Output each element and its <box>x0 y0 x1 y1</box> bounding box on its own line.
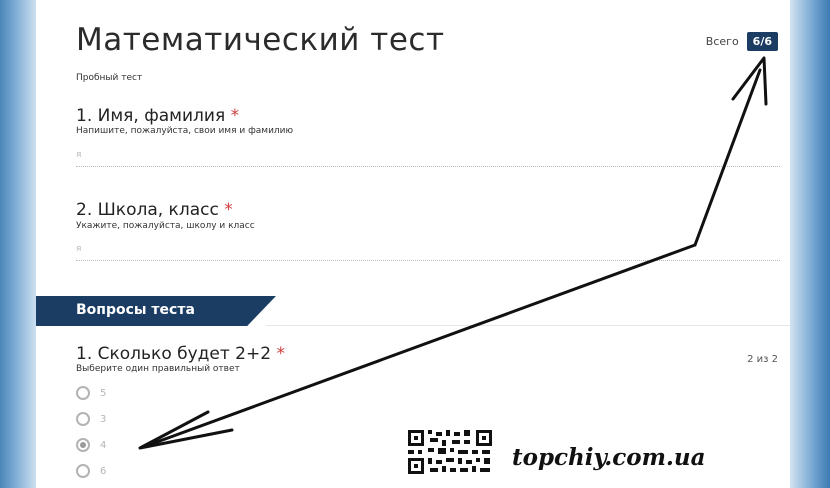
option-5[interactable]: 5 <box>76 386 106 400</box>
screen-edge-left <box>0 0 40 488</box>
question-score: 2 из 2 <box>747 354 778 365</box>
required-mark: * <box>224 200 233 220</box>
question-school-label: 2. Школа, класс <box>76 200 219 220</box>
watermark-text: topchiy.com.ua <box>512 444 706 471</box>
section-title: Вопросы теста <box>76 302 195 318</box>
question-name-hint: Напишите, пожалуйста, свои имя и фамилию <box>76 126 294 136</box>
required-mark: * <box>230 106 240 126</box>
radio-icon[interactable] <box>76 464 90 478</box>
required-mark: * <box>276 344 285 364</box>
question-name-title: 1. Имя, фамилия * <box>76 106 239 126</box>
total-indicator: Всего 6/6 <box>706 32 778 51</box>
option-6[interactable]: 6 <box>76 464 106 478</box>
question-school-title: 2. Школа, класс * <box>76 200 233 220</box>
name-input[interactable]: я <box>76 150 780 167</box>
school-input[interactable]: я <box>76 244 780 261</box>
screen-edge-right <box>786 0 830 488</box>
option-label: 6 <box>100 465 107 477</box>
question-math-title: 1. Сколько будет 2+2 * <box>76 344 285 364</box>
radio-icon[interactable] <box>76 386 90 400</box>
form-subtitle: Пробный тест <box>76 73 143 83</box>
form-page: Математический тест Всего 6/6 Пробный те… <box>36 0 790 488</box>
radio-checked-icon[interactable] <box>76 438 90 452</box>
option-label: 5 <box>100 387 107 399</box>
question-math-hint: Выберите один правильный ответ <box>76 364 240 374</box>
option-label: 3 <box>100 413 107 425</box>
total-badge: 6/6 <box>746 32 778 51</box>
question-name-label: 1. Имя, фамилия <box>76 106 226 126</box>
section-divider <box>266 325 790 326</box>
question-school-hint: Укажите, пожалуйста, школу и класс <box>76 221 255 231</box>
radio-icon[interactable] <box>76 412 90 426</box>
total-label: Всего <box>705 35 739 48</box>
option-label: 4 <box>100 439 107 451</box>
qr-code-icon <box>406 428 494 476</box>
option-3[interactable]: 3 <box>76 412 106 426</box>
form-title: Математический тест <box>76 22 445 58</box>
option-4[interactable]: 4 <box>76 438 106 452</box>
question-math-label: 1. Сколько будет 2+2 <box>76 344 272 364</box>
